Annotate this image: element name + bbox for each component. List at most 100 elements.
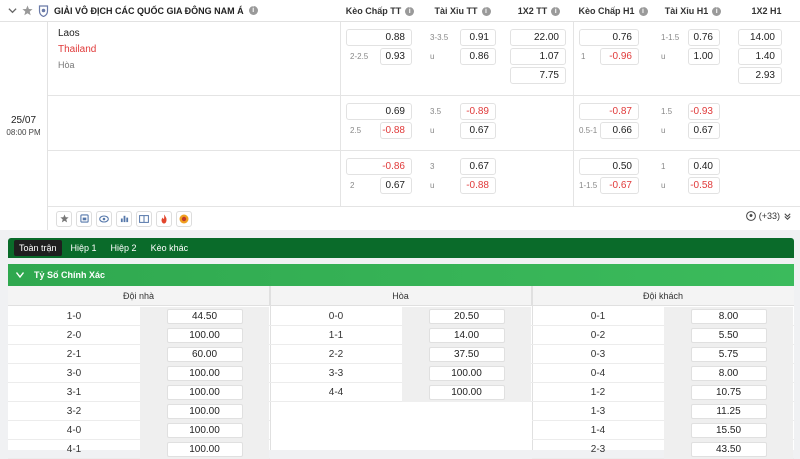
score-odds-button[interactable]: 100.00 [166,404,243,419]
info-icon[interactable]: i [481,6,491,16]
score-odds-button[interactable]: 100.00 [428,366,505,381]
odds-cell[interactable]: -0.96 [600,48,639,65]
chevron-down-icon[interactable] [8,6,17,15]
hot-fire-icon[interactable] [156,210,172,227]
odds-cell[interactable]: 0.93 [380,48,412,65]
score-odds-cell: 14.00 [402,326,531,345]
score-odds-button[interactable]: 5.50 [690,328,767,343]
odds-cell[interactable]: 1.00 [688,48,720,65]
odds-cell[interactable]: 1.07 [510,48,566,65]
odds-cell[interactable]: 22.00 [510,29,566,46]
score-odds-cell: 100.00 [140,326,269,345]
odds-cell[interactable]: -0.89 [460,103,496,120]
odds-cell[interactable]: 0.67 [460,122,496,139]
score-odds-button[interactable]: 15.50 [690,423,767,438]
odds-value: -0.87 [609,106,632,117]
score-odds-button[interactable]: 37.50 [428,347,505,362]
score-odds-button[interactable]: 60.00 [166,347,243,362]
odds-cell[interactable]: 0.67 [380,177,412,194]
odds-cell[interactable]: 0.86 [460,48,496,65]
odds-cell[interactable]: 1.40 [738,48,782,65]
score-odds-button[interactable]: 44.50 [166,309,243,324]
score-odds-button[interactable]: 100.00 [166,328,243,343]
odds-cell[interactable]: 0.40 [688,158,720,175]
tab-first-half[interactable]: Hiệp 1 [66,240,102,256]
star-icon[interactable] [22,5,33,16]
odds-cell[interactable]: 0.76 [579,29,639,46]
odds-value: -0.88 [466,180,489,191]
odds-cell[interactable]: -0.67 [600,177,639,194]
live-view-icon[interactable] [96,210,112,227]
odds-value: 22.00 [533,32,559,43]
away-team[interactable]: Thailand [58,44,96,55]
score-label: 2-2 [328,348,344,360]
under-label: u [430,52,435,61]
odds-cell[interactable]: -0.86 [346,158,412,175]
odds-cell[interactable]: 0.67 [688,122,720,139]
tab-other-markets[interactable]: Kèo khác [146,240,194,256]
odds-value: 0.67 [693,125,713,136]
odds-cell[interactable]: 0.88 [346,29,412,46]
score-label: 1-4 [590,424,606,436]
info-icon[interactable]: i [712,6,722,16]
score-odds-button[interactable]: 100.00 [166,385,243,400]
odds-value: -0.88 [382,125,405,136]
tab-full-match[interactable]: Toàn trận [14,240,62,256]
promo-badge-icon[interactable] [176,210,192,227]
odds-cell[interactable]: 0.91 [460,29,496,46]
col-head-away: Đội khách [532,286,794,306]
score-odds-button[interactable]: 8.00 [690,366,767,381]
odds-cell[interactable]: 0.67 [460,158,496,175]
home-team[interactable]: Laos [58,28,96,39]
odds-cell[interactable]: 2.93 [738,67,782,84]
score-odds-cell: 5.75 [664,345,793,364]
handicap-line: 2-2.5 [350,52,369,61]
score-odds-cell: 100.00 [402,364,531,383]
odds-value: 14.00 [749,32,775,43]
score-odds-cell: 100.00 [140,383,269,402]
odds-cell[interactable]: 7.75 [510,67,566,84]
odds-cell[interactable]: -0.88 [380,122,412,139]
match-time: 08:00 PM [6,128,41,137]
score-odds-cell: 8.00 [664,364,793,383]
odds-value: 1.07 [539,51,559,62]
score-odds-button[interactable]: 100.00 [166,366,243,381]
favorite-star-icon[interactable] [56,210,72,227]
score-odds-button[interactable]: 20.50 [428,309,505,324]
score-odds-button[interactable]: 100.00 [428,385,505,400]
info-icon[interactable]: i [405,6,415,16]
info-icon[interactable]: i [551,6,561,16]
odds-cell[interactable]: 14.00 [738,29,782,46]
info-icon[interactable]: i [248,6,258,15]
odds-value: 0.67 [385,180,405,191]
under-label: u [661,52,666,61]
field-icon[interactable] [136,210,152,227]
odds-cell[interactable]: 0.76 [688,29,720,46]
odds-cell[interactable]: 0.69 [346,103,412,120]
info-icon[interactable]: i [638,6,648,16]
odds-value: -0.96 [609,51,632,62]
odds-value: -0.93 [690,106,713,117]
section-header[interactable]: Tỷ Số Chính Xác [8,264,794,286]
score-odds-button[interactable]: 11.25 [690,404,767,419]
bar-chart-icon[interactable] [116,210,132,227]
score-odds-button[interactable]: 100.00 [166,423,243,438]
odds-cell[interactable]: -0.93 [688,103,720,120]
odds-value: -0.89 [466,106,489,117]
score-odds-button[interactable]: 5.75 [690,347,767,362]
col-head-ou-ft: Tài Xỉu TT i [420,0,505,22]
draw-label: Hòa [58,60,75,70]
odds-cell[interactable]: -0.58 [688,177,720,194]
tab-second-half[interactable]: Hiệp 2 [106,240,142,256]
handicap-line: 1 [581,52,586,61]
score-odds-button[interactable]: 8.00 [690,309,767,324]
more-markets-toggle[interactable]: (+33) [745,211,792,221]
odds-cell[interactable]: -0.87 [579,103,639,120]
odds-cell[interactable]: -0.88 [460,177,496,194]
score-odds-button[interactable]: 14.00 [428,328,505,343]
score-odds-button[interactable]: 10.75 [690,385,767,400]
odds-cell[interactable]: 0.66 [600,122,639,139]
odds-cell[interactable]: 0.50 [579,158,639,175]
stats-icon[interactable] [76,210,92,227]
score-label: 4-0 [66,424,82,436]
